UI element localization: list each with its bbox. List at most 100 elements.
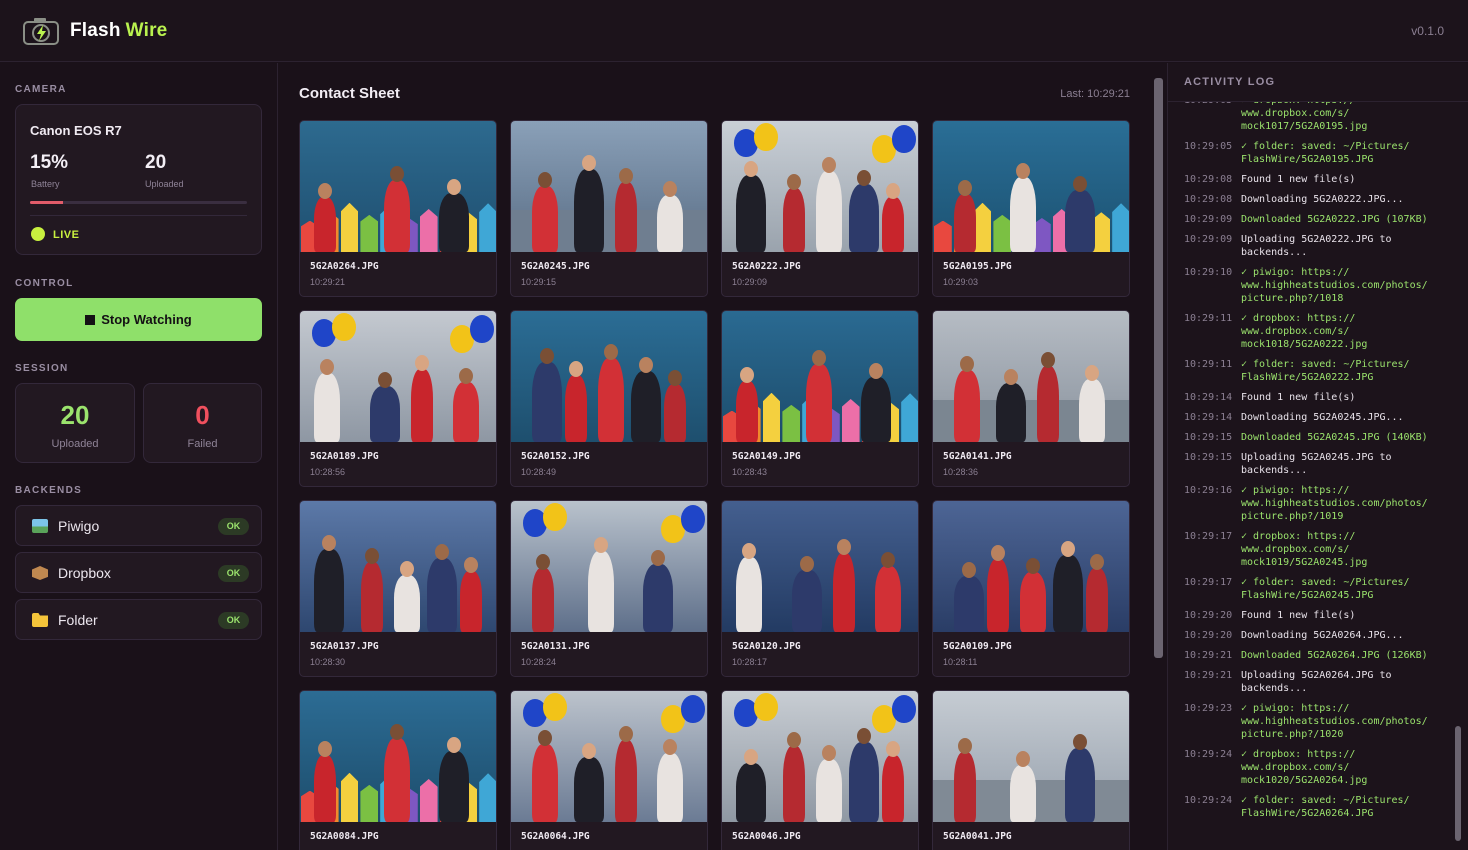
photo-filename: 5G2A0195.JPG <box>943 261 1012 272</box>
camera-uploaded-label: Uploaded <box>145 179 184 189</box>
log-message: ✓ dropbox: https:// www.dropbox.com/s/ m… <box>1241 749 1368 786</box>
photo-tile[interactable]: 5G2A0041.JPG <box>932 690 1130 850</box>
backend-dropbox[interactable]: Dropbox OK <box>15 552 262 593</box>
backend-status-badge: OK <box>218 565 249 582</box>
box-icon <box>32 566 48 580</box>
photo-tile[interactable]: 5G2A0245.JPG 10:29:15 <box>510 120 708 297</box>
camera-section-label: CAMERA <box>15 84 67 95</box>
log-message: Downloaded 5G2A0222.JPG (107KB) <box>1241 214 1428 225</box>
session-failed-label: Failed <box>187 438 218 450</box>
photo-filename: 5G2A0084.JPG <box>310 831 379 842</box>
log-message: Downloading 5G2A0264.JPG... <box>1241 630 1404 641</box>
photo-timestamp: 10:29:21 <box>310 277 346 287</box>
stop-watching-label: Stop Watching <box>101 312 192 327</box>
log-timestamp: 10:29:23 <box>1184 703 1233 714</box>
photo-tile[interactable]: 5G2A0195.JPG 10:29:03 <box>932 120 1130 297</box>
log-timestamp: 10:29:09 <box>1184 214 1233 225</box>
log-entry: 10:29:05 ✓ folder: saved: ~/Pictures/ Fla… <box>1184 140 1452 166</box>
photo-thumbnail <box>511 501 707 632</box>
log-message: ✓ folder: saved: ~/Pictures/ FlashWire/5… <box>1241 359 1410 383</box>
contact-sheet-title: Contact Sheet <box>299 85 400 102</box>
backend-name: Folder <box>58 612 98 628</box>
photo-filename: 5G2A0264.JPG <box>310 261 379 272</box>
brand-word-flash: Flash <box>70 19 121 41</box>
camera-logo-icon <box>22 16 60 46</box>
camera-name: Canon EOS R7 <box>30 123 122 138</box>
photo-tile[interactable]: 5G2A0131.JPG 10:28:24 <box>510 500 708 677</box>
photo-thumbnail <box>933 121 1129 252</box>
log-entry: 10:29:24 ✓ dropbox: https:// www.dropbox.… <box>1184 748 1452 787</box>
photo-thumbnail <box>933 501 1129 632</box>
photo-thumbnail <box>722 311 918 442</box>
photo-filename: 5G2A0152.JPG <box>521 451 590 462</box>
log-timestamp: 10:29:24 <box>1184 795 1233 806</box>
backend-piwigo[interactable]: Piwigo OK <box>15 505 262 546</box>
photo-tile[interactable]: 5G2A0149.JPG 10:28:43 <box>721 310 919 487</box>
photo-tile[interactable]: 5G2A0264.JPG 10:29:21 <box>299 120 497 297</box>
activity-log-scrollbar[interactable] <box>1455 726 1461 841</box>
activity-log-title: ACTIVITY LOG <box>1184 76 1276 88</box>
backend-name: Dropbox <box>58 565 111 581</box>
stop-watching-button[interactable]: Stop Watching <box>15 298 262 341</box>
log-message: ✓ dropbox: https:// www.dropbox.com/s/ m… <box>1241 531 1368 568</box>
photo-thumbnail <box>511 121 707 252</box>
log-message: ✓ folder: saved: ~/Pictures/ FlashWire/5… <box>1241 141 1410 165</box>
photo-thumbnail <box>933 311 1129 442</box>
backend-folder[interactable]: Folder OK <box>15 599 262 640</box>
photo-timestamp: 10:28:17 <box>732 657 768 667</box>
log-timestamp: 10:29:21 <box>1184 670 1233 681</box>
photo-thumbnail <box>722 121 918 252</box>
activity-log-list: 10:29:05 ✓ dropbox: https:// www.dropbox.… <box>1184 102 1452 827</box>
photo-tile[interactable]: 5G2A0137.JPG 10:28:30 <box>299 500 497 677</box>
session-failed-card: 0 Failed <box>143 383 262 463</box>
log-entry: 10:29:08 Found 1 new file(s) <box>1184 173 1452 186</box>
photo-filename: 5G2A0222.JPG <box>732 261 801 272</box>
log-entry: 10:29:16 ✓ piwigo: https:// www.highheats… <box>1184 484 1452 523</box>
photo-thumbnail <box>300 501 496 632</box>
photo-tile[interactable]: 5G2A0152.JPG 10:28:49 <box>510 310 708 487</box>
photo-filename: 5G2A0141.JPG <box>943 451 1012 462</box>
log-timestamp: 10:29:05 <box>1184 141 1233 152</box>
photo-timestamp: 10:29:09 <box>732 277 768 287</box>
photo-thumbnail <box>933 691 1129 822</box>
photo-tile[interactable]: 5G2A0084.JPG <box>299 690 497 850</box>
log-entry: 10:29:14 Found 1 new file(s) <box>1184 391 1452 404</box>
log-entry: 10:29:24 ✓ folder: saved: ~/Pictures/ Fla… <box>1184 794 1452 820</box>
photo-tile[interactable]: 5G2A0109.JPG 10:28:11 <box>932 500 1130 677</box>
photo-tile[interactable]: 5G2A0064.JPG <box>510 690 708 850</box>
photo-thumbnail <box>300 121 496 252</box>
photo-tile[interactable]: 5G2A0141.JPG 10:28:36 <box>932 310 1130 487</box>
photo-thumbnail <box>722 501 918 632</box>
photo-tile[interactable]: 5G2A0120.JPG 10:28:17 <box>721 500 919 677</box>
battery-bar <box>30 201 247 204</box>
log-timestamp: 10:29:16 <box>1184 485 1233 496</box>
photo-timestamp: 10:28:43 <box>732 467 768 477</box>
log-message: ✓ piwigo: https:// www.highheatstudios.c… <box>1241 267 1428 304</box>
photo-thumbnail <box>511 311 707 442</box>
log-entry: 10:29:23 ✓ piwigo: https:// www.highheats… <box>1184 702 1452 741</box>
live-status-dot-icon <box>31 227 45 241</box>
log-entry: 10:29:08 Downloading 5G2A0222.JPG... <box>1184 193 1452 206</box>
photo-thumbnail <box>511 691 707 822</box>
log-entry: 10:29:11 ✓ dropbox: https:// www.dropbox.… <box>1184 312 1452 351</box>
photo-tile[interactable]: 5G2A0046.JPG <box>721 690 919 850</box>
photo-tile[interactable]: 5G2A0189.JPG 10:28:56 <box>299 310 497 487</box>
contact-sheet-scrollbar[interactable] <box>1154 78 1163 658</box>
log-timestamp: 10:29:10 <box>1184 267 1233 278</box>
log-timestamp: 10:29:11 <box>1184 359 1233 370</box>
log-entry: 10:29:20 Found 1 new file(s) <box>1184 609 1452 622</box>
battery-value: 15% <box>30 152 69 173</box>
log-entry: 10:29:14 Downloading 5G2A0245.JPG... <box>1184 411 1452 424</box>
log-timestamp: 10:29:14 <box>1184 412 1233 423</box>
log-entry: 10:29:21 Uploading 5G2A0264.JPG to backen… <box>1184 669 1452 695</box>
photo-timestamp: 10:28:56 <box>310 467 346 477</box>
log-timestamp: 10:29:05 <box>1184 102 1241 133</box>
battery-bar-fill <box>30 201 63 204</box>
photo-filename: 5G2A0041.JPG <box>943 831 1012 842</box>
photo-thumbnail <box>722 691 918 822</box>
log-entry: 10:29:09 Uploading 5G2A0222.JPG to backen… <box>1184 233 1452 259</box>
photo-filename: 5G2A0189.JPG <box>310 451 379 462</box>
photo-tile[interactable]: 5G2A0222.JPG 10:29:09 <box>721 120 919 297</box>
photo-filename: 5G2A0064.JPG <box>521 831 590 842</box>
log-message: ✓ folder: saved: ~/Pictures/ FlashWire/5… <box>1241 795 1410 819</box>
